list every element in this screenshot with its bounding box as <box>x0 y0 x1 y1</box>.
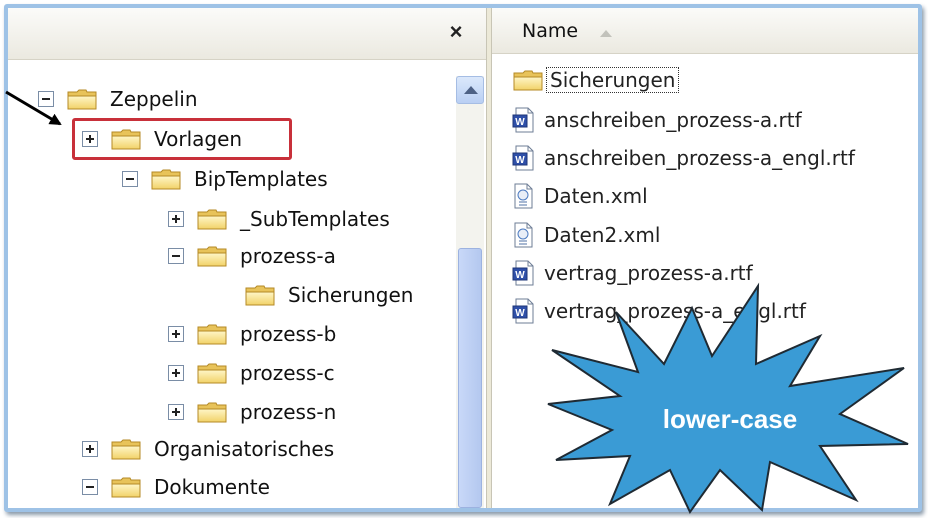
folder-tree-pane: × Zeppelin Vorlagen BipTemplates _SubTem… <box>8 8 486 508</box>
expand-icon[interactable] <box>82 441 98 457</box>
list-item-label: Daten2.xml <box>544 223 661 247</box>
tree-item-prozess-a[interactable]: prozess-a <box>168 239 340 273</box>
folder-icon <box>196 322 228 346</box>
expand-icon[interactable] <box>168 326 184 342</box>
folder-icon <box>244 283 276 307</box>
list-item-file[interactable]: vertrag_prozess-a_engl.rtf <box>512 295 806 327</box>
expand-icon[interactable] <box>168 211 184 227</box>
word-document-icon <box>512 145 534 171</box>
tree-item-label: prozess-n <box>240 400 337 424</box>
tree-item-label: BipTemplates <box>194 167 328 191</box>
tree-item-organisatorisches[interactable]: Organisatorisches <box>82 432 338 466</box>
word-document-icon <box>512 298 534 324</box>
tree-item-label: Organisatorisches <box>154 437 335 461</box>
tree-item-zeppelin[interactable]: Zeppelin <box>38 82 202 116</box>
folder-icon <box>110 475 142 499</box>
tree-item-prozess-c[interactable]: prozess-c <box>168 356 339 390</box>
tree-item-label: prozess-a <box>240 244 336 268</box>
folder-icon <box>512 68 544 92</box>
tree-item-label: prozess-b <box>240 322 337 346</box>
scrollbar-thumb[interactable] <box>458 248 482 508</box>
tree-item-prozess-b[interactable]: prozess-b <box>168 317 340 351</box>
list-item-label: vertrag_prozess-a.rtf <box>544 261 753 285</box>
xml-document-icon <box>512 222 534 248</box>
folder-icon <box>196 361 228 385</box>
folder-icon <box>196 244 228 268</box>
expand-icon[interactable] <box>168 365 184 381</box>
list-item-label: anschreiben_prozess-a_engl.rtf <box>544 146 855 170</box>
list-item-file[interactable]: vertrag_prozess-a.rtf <box>512 257 753 289</box>
list-item-label: Daten.xml <box>544 184 648 208</box>
folder-icon <box>110 437 142 461</box>
close-icon[interactable]: × <box>444 20 468 44</box>
list-item-sicherungen[interactable]: Sicherungen <box>512 64 680 96</box>
column-header-name[interactable]: Name <box>522 20 578 42</box>
list-header: Name <box>492 8 918 54</box>
folder-icon <box>66 87 98 111</box>
folder-icon <box>150 167 182 191</box>
tree-scrollbar[interactable] <box>456 76 484 508</box>
list-item-label: anschreiben_prozess-a.rtf <box>544 108 802 132</box>
list-item-label: vertrag_prozess-a_engl.rtf <box>544 299 806 323</box>
list-item-file[interactable]: Daten.xml <box>512 180 648 212</box>
tree-item-label: Zeppelin <box>110 87 198 111</box>
word-document-icon <box>512 107 534 133</box>
callout-label: lower-case <box>662 404 798 434</box>
tree-item-subtemplates[interactable]: _SubTemplates <box>168 202 394 236</box>
collapse-icon[interactable] <box>168 248 184 264</box>
tree-item-label: Dokumente <box>154 475 270 499</box>
word-document-icon <box>512 260 534 286</box>
tree-pane-header: × <box>8 8 486 60</box>
collapse-icon[interactable] <box>82 479 98 495</box>
list-item-file[interactable]: Daten2.xml <box>512 219 660 251</box>
explorer-window: × Zeppelin Vorlagen BipTemplates _SubTem… <box>4 4 922 512</box>
highlight-box <box>72 118 292 160</box>
collapse-icon[interactable] <box>38 91 54 107</box>
folder-icon <box>196 400 228 424</box>
scroll-up-arrow-icon[interactable] <box>456 76 484 104</box>
list-item-label: Sicherungen <box>546 67 680 93</box>
tree-item-label: Sicherungen <box>288 283 414 307</box>
tree-item-label: prozess-c <box>240 361 335 385</box>
tree-item-prozess-n[interactable]: prozess-n <box>168 395 340 429</box>
tree-item-dokumente[interactable]: Dokumente <box>82 470 274 504</box>
xml-document-icon <box>512 183 534 209</box>
folder-icon <box>196 207 228 231</box>
list-item-file[interactable]: anschreiben_prozess-a_engl.rtf <box>512 142 855 174</box>
tree-item-sicherungen[interactable]: Sicherungen <box>244 278 417 312</box>
sort-ascending-icon <box>600 30 612 37</box>
tree-item-label: _SubTemplates <box>240 207 390 231</box>
tree-item-biptemplates[interactable]: BipTemplates <box>122 162 332 196</box>
expand-icon[interactable] <box>168 404 184 420</box>
list-item-file[interactable]: anschreiben_prozess-a.rtf <box>512 104 802 136</box>
collapse-icon[interactable] <box>122 171 138 187</box>
